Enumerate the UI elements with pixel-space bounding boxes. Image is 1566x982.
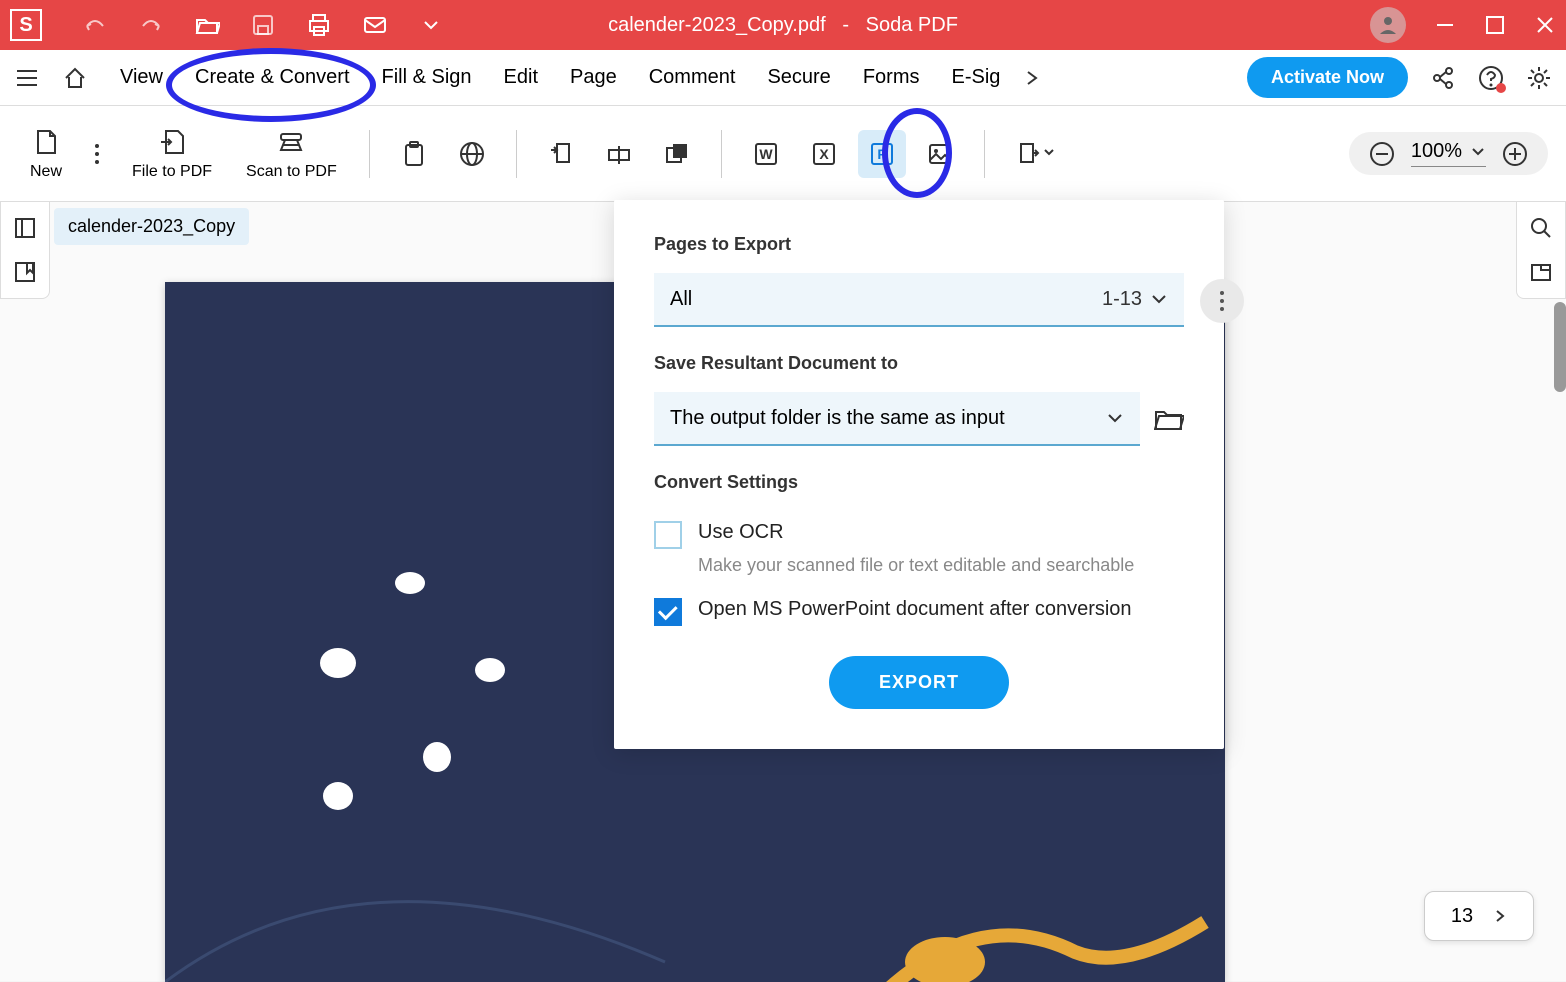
- help-icon[interactable]: [1478, 65, 1504, 91]
- menu-fill-sign[interactable]: Fill & Sign: [372, 60, 482, 95]
- zoom-in-icon[interactable]: [1502, 141, 1528, 167]
- menubar: View Create & Convert Fill & Sign Edit P…: [0, 50, 1566, 106]
- search-icon[interactable]: [1529, 216, 1553, 240]
- toolbar: New File to PDF Scan to PDF W X P 100%: [0, 106, 1566, 202]
- doc-name: calender-2023_Copy.pdf: [608, 14, 826, 36]
- titlebar: S calender-2023_Copy.pdf - Soda PDF: [0, 0, 1566, 50]
- panel-bookmark-icon[interactable]: [13, 260, 37, 284]
- menu-secure[interactable]: Secure: [757, 60, 840, 95]
- share-icon[interactable]: [1430, 65, 1456, 91]
- ocr-checkbox[interactable]: [654, 521, 682, 549]
- maximize-icon[interactable]: [1484, 14, 1506, 36]
- chevron-down-icon[interactable]: [418, 12, 444, 38]
- to-powerpoint-icon[interactable]: P: [858, 130, 906, 178]
- left-rail: [0, 202, 50, 299]
- undo-icon[interactable]: [82, 12, 108, 38]
- ocr-description: Make your scanned file or text editable …: [698, 555, 1184, 576]
- svg-text:W: W: [759, 146, 773, 162]
- close-icon[interactable]: [1534, 14, 1556, 36]
- app-name: Soda PDF: [866, 14, 958, 36]
- open-icon[interactable]: [194, 12, 220, 38]
- open-after-label: Open MS PowerPoint document after conver…: [698, 598, 1132, 621]
- menu-esign[interactable]: E-Sig: [941, 60, 1010, 95]
- right-rail: [1516, 202, 1566, 299]
- tool-scan-to-pdf[interactable]: Scan to PDF: [234, 121, 349, 187]
- save-to-label: Save Resultant Document to: [654, 353, 1184, 374]
- open-after-checkbox[interactable]: [654, 598, 682, 626]
- minimize-icon[interactable]: [1434, 14, 1456, 36]
- menu-create-convert[interactable]: Create & Convert: [185, 60, 360, 95]
- convert-settings-label: Convert Settings: [654, 472, 1184, 493]
- settings-icon[interactable]: [1526, 65, 1552, 91]
- zoom-out-icon[interactable]: [1369, 141, 1395, 167]
- merge-icon[interactable]: [537, 130, 585, 178]
- export-button[interactable]: EXPORT: [829, 656, 1009, 709]
- export-panel: Pages to Export All 1-13 Save Resultant …: [614, 200, 1224, 749]
- tab-icon[interactable]: [1529, 260, 1553, 284]
- zoom-select[interactable]: 100%: [1411, 140, 1486, 167]
- menu-comment[interactable]: Comment: [639, 60, 746, 95]
- scrollbar[interactable]: [1554, 302, 1566, 392]
- pages-select[interactable]: All 1-13: [654, 273, 1184, 327]
- to-excel-icon[interactable]: X: [800, 130, 848, 178]
- save-icon[interactable]: [250, 12, 276, 38]
- menu-page[interactable]: Page: [560, 60, 627, 95]
- svg-text:X: X: [819, 146, 829, 162]
- pages-export-label: Pages to Export: [654, 234, 1184, 255]
- hamburger-icon[interactable]: [14, 65, 40, 91]
- more-icon[interactable]: [84, 133, 110, 175]
- clipboard-icon[interactable]: [390, 130, 438, 178]
- convert-icon[interactable]: [1005, 130, 1065, 178]
- svg-text:P: P: [877, 146, 886, 162]
- redo-icon[interactable]: [138, 12, 164, 38]
- menu-forms[interactable]: Forms: [853, 60, 930, 95]
- tool-file-to-pdf[interactable]: File to PDF: [120, 121, 224, 187]
- menu-view[interactable]: View: [110, 60, 173, 95]
- home-icon[interactable]: [62, 65, 88, 91]
- split-icon[interactable]: [595, 130, 643, 178]
- to-image-icon[interactable]: [916, 130, 964, 178]
- mail-icon[interactable]: [362, 12, 388, 38]
- output-folder-select[interactable]: The output folder is the same as input: [654, 392, 1140, 446]
- ocr-label: Use OCR: [698, 521, 784, 544]
- account-icon[interactable]: [1370, 7, 1406, 43]
- print-icon[interactable]: [306, 12, 332, 38]
- to-word-icon[interactable]: W: [742, 130, 790, 178]
- activate-button[interactable]: Activate Now: [1247, 57, 1408, 98]
- panel-thumb-icon[interactable]: [13, 216, 37, 240]
- tool-new[interactable]: New: [18, 121, 74, 187]
- app-logo: S: [10, 9, 42, 41]
- window-title: calender-2023_Copy.pdf - Soda PDF: [608, 14, 958, 37]
- browse-folder-icon[interactable]: [1154, 406, 1184, 432]
- menu-more-icon[interactable]: [1022, 68, 1042, 88]
- document-tab[interactable]: calender-2023_Copy: [54, 208, 249, 245]
- copy-icon[interactable]: [653, 130, 701, 178]
- zoom-control: 100%: [1349, 132, 1548, 175]
- menu-edit[interactable]: Edit: [494, 60, 548, 95]
- page-indicator[interactable]: 13: [1424, 891, 1534, 941]
- web-icon[interactable]: [448, 130, 496, 178]
- panel-more-icon[interactable]: [1200, 279, 1244, 323]
